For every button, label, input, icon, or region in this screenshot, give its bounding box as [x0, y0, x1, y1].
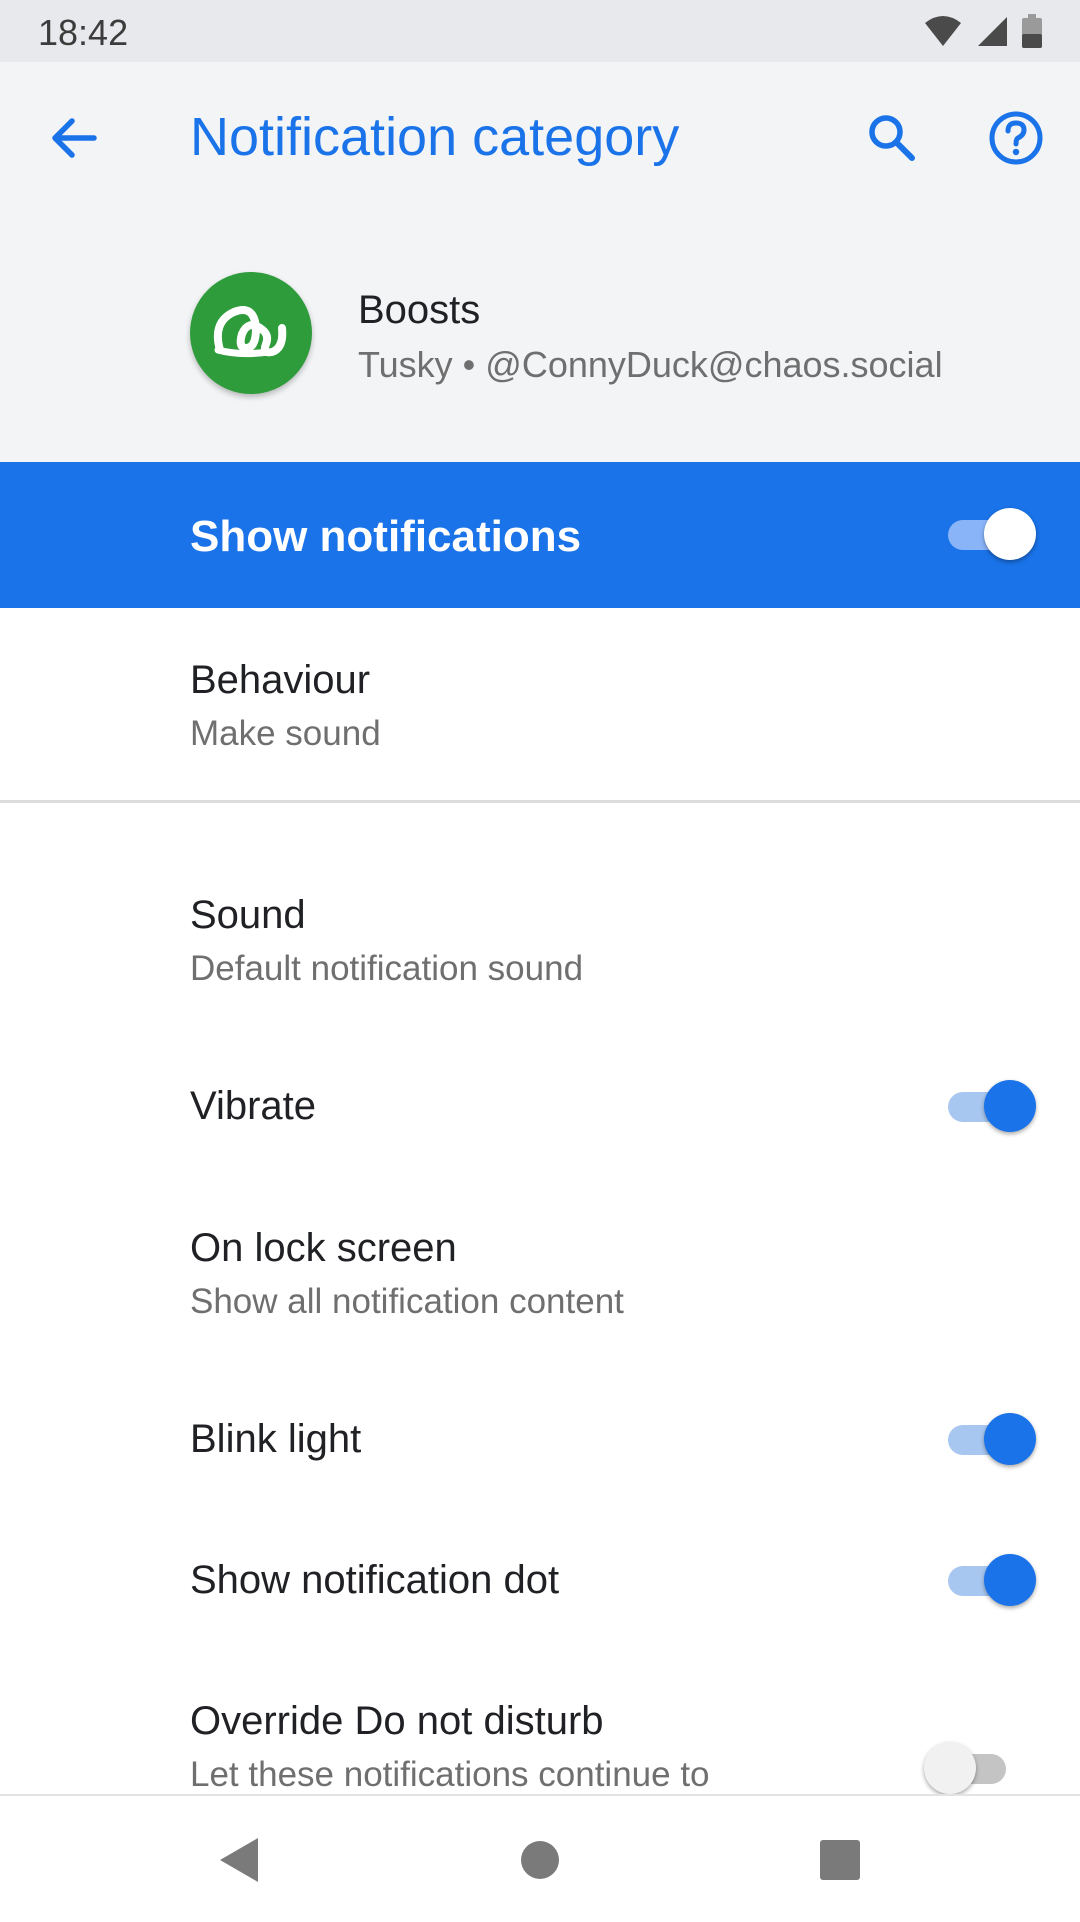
switch-thumb	[924, 1742, 976, 1794]
divider	[0, 800, 1080, 803]
channel-subtitle: Tusky • @ConnyDuck@chaos.social	[358, 344, 943, 385]
setting-title: Show notification dot	[190, 1558, 560, 1602]
arrow-back-icon[interactable]	[44, 108, 104, 168]
channel-name: Boosts	[358, 288, 481, 332]
setting-title: Sound	[190, 893, 306, 937]
setting-title: Vibrate	[190, 1084, 317, 1128]
switch-thumb	[984, 1554, 1036, 1606]
navigation-bar	[0, 1794, 1080, 1922]
app-bar: Notification category	[0, 62, 1080, 462]
blink-light-switch[interactable]	[944, 1413, 1036, 1465]
switch-thumb	[984, 1413, 1036, 1465]
status-time: 18:42	[38, 12, 129, 53]
setting-title: On lock screen	[190, 1226, 457, 1270]
wifi-icon	[925, 16, 961, 46]
show-notifications-bar[interactable]: Show notifications	[0, 462, 1080, 608]
switch-thumb	[984, 508, 1036, 560]
switch-thumb	[984, 1080, 1036, 1132]
override-dnd-switch[interactable]	[924, 1742, 1012, 1794]
setting-subtitle: Show all notification content	[190, 1282, 624, 1321]
vibrate-switch[interactable]	[944, 1080, 1036, 1132]
tusky-logo-icon	[190, 272, 312, 394]
setting-title: Behaviour	[190, 658, 371, 702]
setting-title: Override Do not disturb	[190, 1699, 604, 1743]
setting-subtitle: Default notification sound	[190, 949, 584, 988]
setting-subtitle: Let these notifications continue to	[190, 1755, 710, 1794]
notification-dot-switch[interactable]	[944, 1554, 1036, 1606]
setting-title: Blink light	[190, 1417, 362, 1461]
help-icon[interactable]	[986, 108, 1046, 168]
nav-recents-icon[interactable]	[816, 1836, 864, 1884]
battery-icon	[1022, 14, 1042, 48]
setting-subtitle: Make sound	[190, 714, 381, 753]
show-notifications-label: Show notifications	[190, 512, 582, 561]
nav-home-icon[interactable]	[516, 1836, 564, 1884]
page-title: Notification category	[190, 107, 680, 167]
status-icons	[924, 14, 1042, 48]
search-icon[interactable]	[862, 108, 922, 168]
nav-back-icon[interactable]	[214, 1836, 262, 1884]
show-notifications-switch[interactable]	[944, 508, 1036, 560]
status-bar: 18:42	[0, 0, 1080, 62]
signal-icon	[978, 17, 1007, 46]
